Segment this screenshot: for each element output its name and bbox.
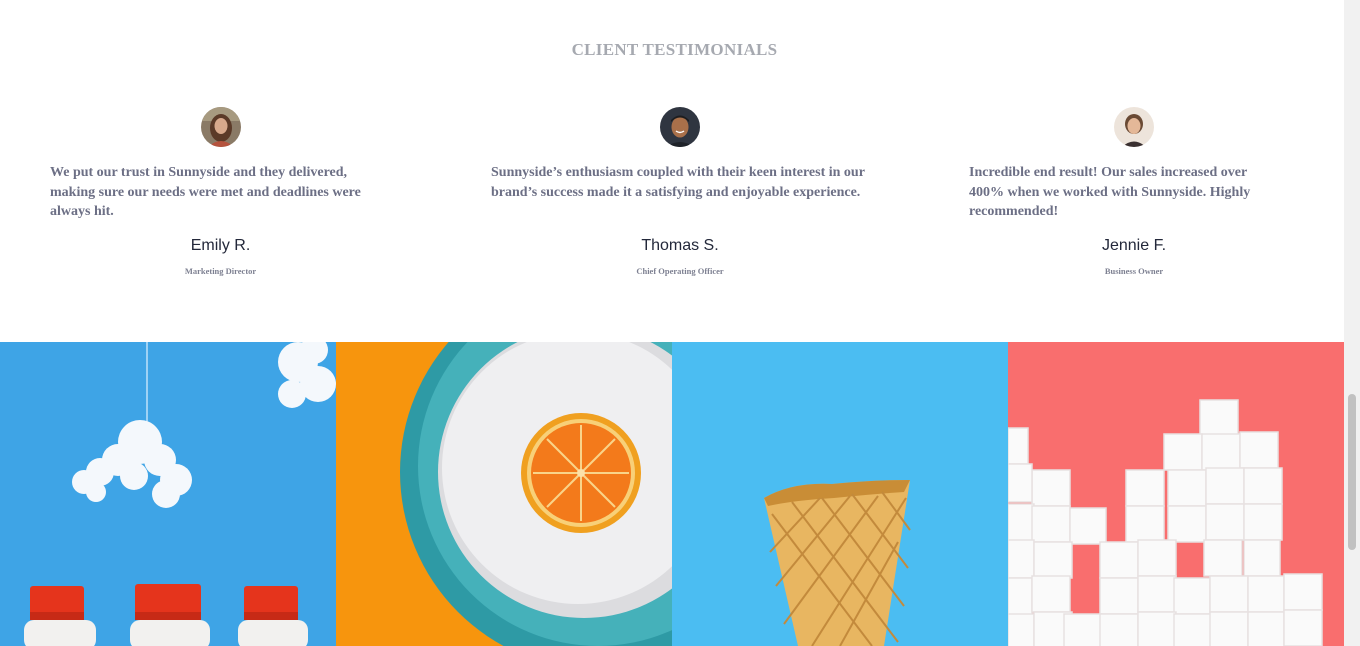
gallery-image-cone: [672, 342, 1008, 646]
testimonial-name: Thomas S.: [641, 237, 719, 254]
avatar: [1114, 107, 1154, 147]
testimonial-quote: Incredible end result! Our sales increas…: [969, 165, 1251, 219]
testimonial-quote: Sunnyside’s enthusiasm coupled with thei…: [491, 165, 865, 200]
gallery-image-orange: [336, 342, 672, 646]
gallery-image-sugar: [1008, 342, 1344, 646]
testimonial-name: Emily R.: [190, 237, 251, 254]
testimonials-page: CLIENT TESTIMONIALS We put our trust in …: [0, 0, 1344, 646]
avatar: [660, 107, 700, 147]
image-gallery: [0, 342, 1344, 646]
gallery-image-milk: [0, 342, 336, 646]
testimonial-role: Business Owner: [1104, 266, 1164, 276]
section-heading: CLIENT TESTIMONIALS: [571, 40, 778, 59]
testimonial-name: Jennie F.: [1101, 237, 1167, 254]
scrollbar-thumb[interactable]: [1348, 394, 1356, 550]
page-scrollbar[interactable]: [1344, 0, 1360, 646]
testimonial-quote: We put our trust in Sunnyside and they d…: [50, 165, 361, 219]
testimonial-role: Chief Operating Officer: [636, 266, 724, 276]
avatar: [201, 107, 241, 147]
testimonial-role: Marketing Director: [184, 266, 257, 276]
